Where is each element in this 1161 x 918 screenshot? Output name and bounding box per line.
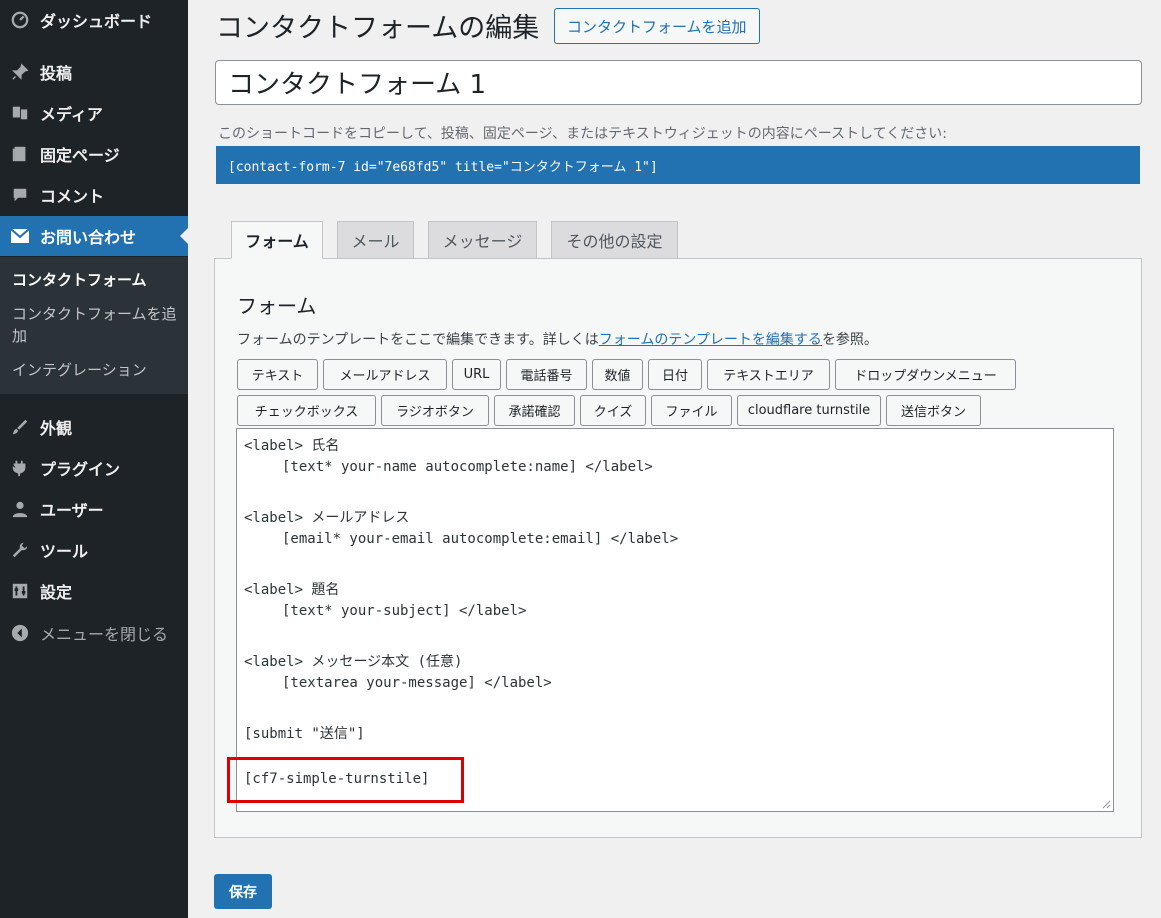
settings-icon [0, 582, 40, 600]
menu-plugins-label: プラグイン [40, 460, 121, 479]
menu-media-label: メディア [40, 105, 103, 124]
menu-dashboard-label: ダッシュボード [40, 12, 153, 31]
menu-appearance[interactable]: 外観 [0, 407, 188, 447]
tab-messages[interactable]: メッセージ [428, 221, 537, 259]
menu-users[interactable]: ユーザー [0, 489, 188, 529]
editor-line: [email* your-email autocomplete:email] <… [282, 531, 679, 547]
editor-line: <label> 氏名 [244, 438, 340, 454]
save-button[interactable]: 保存 [214, 874, 272, 909]
menu-pages-label: 固定ページ [40, 146, 120, 165]
tag-button-checkbox[interactable]: チェックボックス [237, 395, 376, 426]
pin-icon [0, 63, 40, 81]
resize-handle-icon[interactable] [1101, 799, 1111, 809]
tag-button-textarea[interactable]: テキストエリア [707, 359, 830, 390]
menu-contact[interactable]: お問い合わせ [0, 216, 188, 256]
menu-settings-label: 設定 [40, 583, 73, 602]
menu-collapse-label: メニューを閉じる [40, 625, 169, 644]
panel-desc-text: フォームのテンプレートをここで編集できます。詳しくは [237, 332, 599, 348]
menu-appearance-label: 外観 [40, 419, 73, 438]
submenu-add-contact-form[interactable]: コンタクトフォームを追加 [12, 303, 182, 347]
editor-line: [textarea your-message] </label> [282, 675, 552, 691]
contact-submenu: コンタクトフォーム コンタクトフォームを追加 インテグレーション [0, 257, 188, 394]
highlight-annotation [227, 757, 464, 803]
shortcode-field[interactable]: [contact-form-7 id="7e68fd5" title="コンタク… [216, 146, 1140, 184]
menu-users-label: ユーザー [40, 501, 104, 520]
tab-form[interactable]: フォーム [231, 221, 323, 259]
editor-line: <label> メールアドレス [244, 510, 410, 526]
page-title: コンタクトフォームの編集 [216, 13, 540, 44]
editor-line: [text* your-subject] </label> [282, 603, 527, 619]
editor-line: <label> メッセージ本文 (任意) [244, 654, 463, 670]
template-help-link[interactable]: フォームのテンプレートを編集する [599, 332, 822, 348]
form-panel: フォーム フォームのテンプレートをここで編集できます。詳しくはフォームのテンプレ… [214, 258, 1142, 838]
dashboard-icon [0, 11, 40, 29]
menu-tools-label: ツール [40, 542, 89, 561]
tag-button-email[interactable]: メールアドレス [323, 359, 447, 390]
tag-button-url[interactable]: URL [452, 359, 501, 390]
tab-other-settings[interactable]: その他の設定 [551, 221, 678, 259]
mail-icon [0, 228, 40, 244]
submenu-integration[interactable]: インテグレーション [12, 359, 182, 381]
form-template-editor[interactable]: <label> 氏名 [text* your-name autocomplete… [236, 428, 1114, 812]
panel-desc-suffix: を参照。 [821, 332, 878, 348]
menu-collapse[interactable]: メニューを閉じる [0, 613, 188, 653]
menu-comments[interactable]: コメント [0, 175, 188, 215]
user-icon [0, 500, 40, 518]
admin-sidebar: ダッシュボード 投稿 メディア 固定ページ コメント お問い合わせ コンタクトフ… [0, 0, 188, 918]
editor-line: [submit "送信"] [244, 726, 365, 742]
media-icon [0, 104, 40, 122]
tab-mail[interactable]: メール [337, 221, 414, 259]
brush-icon [0, 418, 40, 436]
panel-title: フォーム [237, 294, 317, 318]
panel-description: フォームのテンプレートをここで編集できます。詳しくはフォームのテンプレートを編集… [237, 329, 878, 349]
tag-button-acceptance[interactable]: 承諾確認 [494, 395, 575, 426]
tag-button-file[interactable]: ファイル [651, 395, 732, 426]
menu-settings[interactable]: 設定 [0, 571, 188, 611]
menu-comments-label: コメント [40, 187, 105, 206]
menu-posts[interactable]: 投稿 [0, 52, 188, 92]
menu-media[interactable]: メディア [0, 93, 188, 133]
tag-button-text[interactable]: テキスト [237, 359, 318, 390]
editor-line: [text* your-name autocomplete:name] </la… [282, 459, 653, 475]
tag-button-tel[interactable]: 電話番号 [506, 359, 587, 390]
tag-button-radio[interactable]: ラジオボタン [381, 395, 489, 426]
submenu-contact-forms[interactable]: コンタクトフォーム [12, 269, 182, 291]
wrench-icon [0, 541, 40, 559]
collapse-icon [0, 624, 40, 642]
tag-button-turnstile[interactable]: cloudflare turnstile [737, 395, 881, 426]
editor-line: <label> 題名 [244, 582, 340, 598]
menu-posts-label: 投稿 [40, 64, 73, 83]
tag-button-dropdown[interactable]: ドロップダウンメニュー [835, 359, 1016, 390]
tag-button-number[interactable]: 数値 [592, 359, 643, 390]
page-icon [0, 145, 40, 163]
menu-pages[interactable]: 固定ページ [0, 134, 188, 174]
tag-button-submit[interactable]: 送信ボタン [886, 395, 981, 426]
menu-dashboard[interactable]: ダッシュボード [0, 0, 188, 40]
menu-contact-label: お問い合わせ [40, 228, 137, 247]
tag-button-date[interactable]: 日付 [648, 359, 702, 390]
shortcode-hint: このショートコードをコピーして、投稿、固定ページ、またはテキストウィジェットの内… [218, 126, 947, 142]
menu-plugins[interactable]: プラグイン [0, 448, 188, 488]
plugin-icon [0, 459, 40, 477]
add-contact-form-button[interactable]: コンタクトフォームを追加 [554, 8, 760, 44]
comment-icon [0, 186, 40, 204]
form-title-input[interactable]: コンタクトフォーム 1 [215, 60, 1142, 105]
menu-tools[interactable]: ツール [0, 530, 188, 570]
tag-button-quiz[interactable]: クイズ [580, 395, 646, 426]
